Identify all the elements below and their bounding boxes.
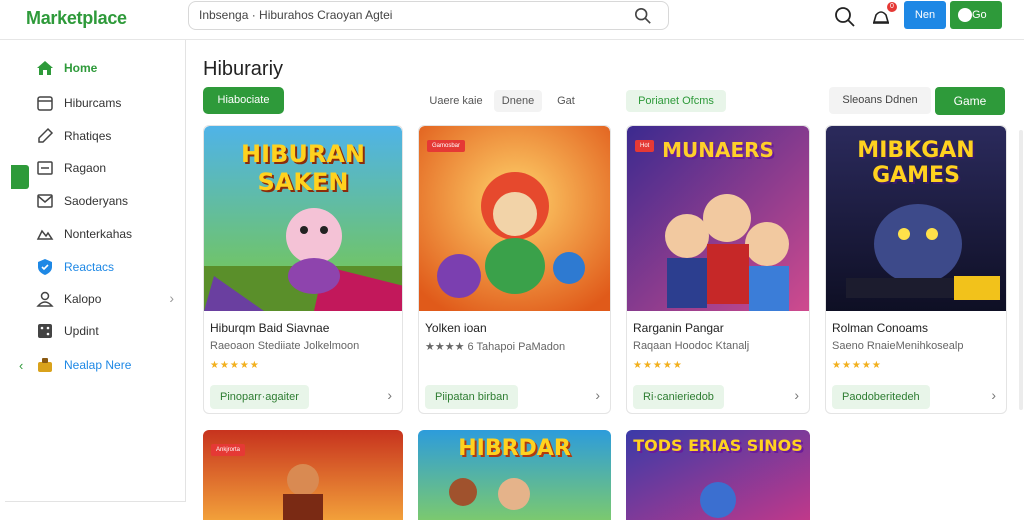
game-name[interactable]: Hiburqm Baid Siavnae — [210, 321, 329, 335]
chevron-left-icon[interactable]: ‹ — [19, 358, 23, 373]
thumbnail-title: TODS ERIAS SINOS — [633, 436, 803, 455]
rating-stars: ★★★★★ — [832, 360, 882, 371]
game-thumbnail[interactable]: MIBKGAN GAMES — [826, 126, 1006, 311]
sidebar-item-1[interactable]: Hiburcams — [5, 90, 186, 116]
game-thumbnail[interactable]: Gamosbar — [419, 126, 610, 311]
globe-icon — [958, 8, 972, 22]
home-icon — [37, 61, 53, 75]
chevron-right-icon[interactable]: › — [387, 387, 392, 403]
card-action-button[interactable]: Paodoberitedeh — [832, 385, 930, 409]
next-button[interactable]: Nen — [904, 1, 946, 29]
game-card-3[interactable]: Hot MUNAERS Rarganin Pangar Raqaan Hoodo… — [626, 125, 810, 414]
sort-dropdown[interactable]: Sleoans Ddnen — [829, 87, 931, 114]
sidebar-item-8[interactable]: Updint — [5, 318, 186, 344]
game-card-7[interactable]: TODS ERIAS SINOS — [626, 430, 810, 520]
thumbnail-title: MIBKGAN GAMES — [857, 138, 975, 188]
game-subtitle: Raeoaon Stediiate Jolkelmoon — [210, 340, 360, 352]
page-title: Hiburariy — [203, 58, 284, 80]
game-card-1[interactable]: HIBURAN SAKEN Hiburqm Baid Siavnae Raeoa… — [203, 125, 403, 414]
sidebar-item-home[interactable]: Home — [5, 55, 186, 81]
shield-icon — [38, 259, 52, 275]
chevron-right-icon[interactable]: › — [595, 387, 600, 403]
sidebar-item-4[interactable]: Saoderyans — [5, 188, 186, 214]
cloud-icon — [36, 229, 54, 240]
search-icon[interactable] — [634, 7, 652, 25]
filter-chip-4[interactable]: Porianet Ofcms — [626, 90, 726, 112]
card-tag: Gamosbar — [427, 140, 466, 152]
game-card-5[interactable]: Ankjrorta — [203, 430, 403, 520]
search-box[interactable] — [188, 1, 669, 30]
rating-stars: ★★★★★ — [210, 360, 260, 371]
go-button[interactable]: Go — [950, 1, 1002, 29]
user-icon — [36, 291, 54, 307]
sidebar-item-3[interactable]: Ragaon — [5, 155, 186, 181]
square-icon — [37, 161, 53, 175]
game-name[interactable]: Rolman Conoams — [832, 321, 928, 335]
sidebar-item-2[interactable]: Rhatiqes — [5, 123, 186, 149]
filter-chip-1[interactable]: Uaere kaie — [423, 90, 489, 112]
filter-chip-3[interactable]: Gat — [550, 90, 582, 112]
game-name[interactable]: Rarganin Pangar — [633, 321, 724, 335]
sidebar-item-7[interactable]: Kalopo › — [5, 286, 186, 312]
game-button[interactable]: Game — [935, 87, 1005, 115]
thumbnail-title: HIBRDAR — [458, 436, 571, 461]
game-subtitle: Saeno RnaieMenihkosealp — [832, 340, 964, 352]
game-card-2[interactable]: Gamosbar Yolken ioan ★★★★ 6 Tahapoi PaMa… — [418, 125, 611, 414]
sidebar-item-6[interactable]: Reactacs — [5, 254, 186, 280]
game-card-4[interactable]: MIBKGAN GAMES Rolman Conoams Saeno Rnaie… — [825, 125, 1007, 414]
game-subtitle: Raqaan Hoodoc Ktanalj — [633, 340, 750, 352]
thumbnail-title: HIBURAN SAKEN — [241, 140, 365, 196]
card-tag: Ankjrorta — [211, 444, 246, 456]
filter-chip-active[interactable]: Hiabociate — [203, 87, 284, 114]
rating-stars: ★★★★★ — [633, 360, 683, 371]
calendar-icon — [37, 96, 53, 111]
dice-icon — [38, 324, 52, 338]
search-input[interactable] — [199, 8, 619, 22]
chevron-right-icon[interactable]: › — [794, 387, 799, 403]
sidebar-item-9[interactable]: ‹ Nealap Nere — [5, 352, 186, 378]
search-icon[interactable] — [834, 6, 856, 28]
app-logo[interactable]: Marketplace — [26, 8, 127, 29]
game-subtitle: ★★★★ 6 Tahapoi PaMadon — [425, 341, 566, 353]
chevron-right-icon: › — [169, 290, 174, 306]
envelope-icon — [37, 194, 53, 208]
card-action-button[interactable]: Ri·canieriedob — [633, 385, 724, 409]
chevron-right-icon[interactable]: › — [991, 387, 996, 403]
card-action-button[interactable]: Piipatan birban — [425, 385, 519, 409]
notification-badge: 0 — [887, 2, 897, 12]
game-art — [419, 126, 610, 311]
card-action-button[interactable]: Pinoparr·agaiter — [210, 385, 309, 409]
top-bar: Marketplace 0 Nen Go — [0, 0, 1024, 40]
game-thumbnail[interactable]: HIBURAN SAKEN — [204, 126, 402, 311]
sidebar-item-5[interactable]: Nonterkahas — [5, 221, 186, 247]
go-button-label: Go — [972, 9, 987, 21]
bag-icon — [38, 358, 52, 372]
note-icon — [38, 127, 54, 143]
thumbnail-title: MUNAERS — [662, 138, 774, 162]
scrollbar[interactable] — [1019, 130, 1023, 410]
game-card-6[interactable]: HIBRDAR — [418, 430, 611, 520]
game-name[interactable]: Yolken ioan — [425, 321, 487, 335]
sidebar: Home Hiburcams Rhatiqes Ragaon Saoderyan… — [5, 40, 186, 502]
filter-chip-2[interactable]: Dnene — [494, 90, 542, 112]
game-thumbnail[interactable]: Hot MUNAERS — [627, 126, 809, 311]
